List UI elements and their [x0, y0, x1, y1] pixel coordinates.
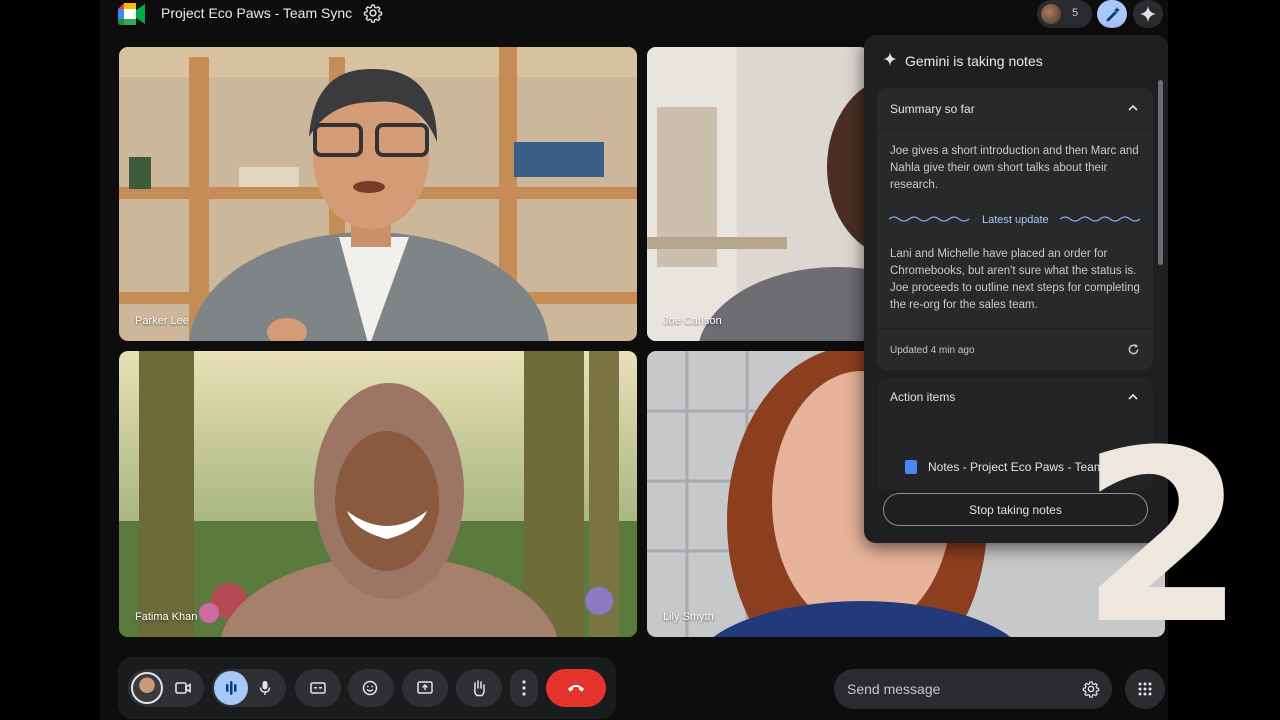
take-notes-button[interactable] [1097, 0, 1127, 28]
captions-button[interactable] [295, 669, 341, 707]
hang-up-icon [568, 685, 584, 692]
updated-time: Updated 4 min ago [890, 345, 975, 356]
chevron-up-icon[interactable] [1127, 102, 1139, 114]
meet-window: Project Eco Paws - Team Sync 5 Parker Le… [0, 0, 1280, 720]
participant-name: Lily Smyth [663, 611, 714, 623]
raise-hand-button[interactable] [456, 669, 502, 707]
camera-button[interactable] [128, 669, 204, 707]
send-message-input[interactable]: Send message [834, 669, 1112, 709]
more-vert-icon [522, 680, 526, 696]
sparkle-icon [883, 52, 897, 66]
participant-name: Joe Carlson [663, 315, 722, 327]
call-controls [118, 657, 616, 719]
participant-video [119, 47, 637, 341]
gear-icon[interactable] [1082, 680, 1100, 698]
latest-update-text: Lani and Michelle have placed an order f… [890, 248, 1140, 311]
participant-count: 5 [1072, 7, 1079, 19]
present-screen-button[interactable] [402, 669, 448, 707]
video-tile-joe-carlson[interactable]: Joe Carlson [647, 47, 869, 341]
panel-scrollbar[interactable] [1158, 80, 1163, 265]
grid-icon [1138, 682, 1152, 696]
pen-sparkle-icon [1106, 7, 1120, 22]
action-items-heading: Action items [890, 390, 956, 404]
microphone-icon [259, 681, 271, 695]
participant-video [647, 47, 869, 341]
overlay-number: 2 [1080, 400, 1246, 677]
summary-text: Joe gives a short introduction and then … [890, 145, 1139, 191]
closed-captions-icon [310, 682, 326, 694]
latest-update-label: Latest update [982, 214, 1049, 226]
video-tile-fatima-khan[interactable]: Fatima Khan [119, 351, 637, 637]
meeting-title: Project Eco Paws - Team Sync [161, 5, 353, 21]
raise-hand-icon [474, 680, 485, 697]
self-avatar [131, 672, 163, 704]
wavy-line-left [889, 216, 970, 222]
google-docs-icon [905, 460, 917, 474]
divider [877, 129, 1153, 130]
wavy-line-right [1060, 216, 1141, 222]
participant-video [119, 351, 637, 637]
participants-button[interactable]: 5 [1037, 0, 1092, 28]
reactions-button[interactable] [348, 669, 394, 707]
participant-avatar [1041, 4, 1061, 24]
more-options-button[interactable] [510, 669, 538, 707]
participant-name: Fatima Khan [135, 611, 198, 623]
google-meet-logo-icon [118, 3, 145, 25]
video-tile-parker-lee[interactable]: Parker Lee [119, 47, 637, 341]
video-camera-icon [175, 682, 191, 694]
audio-level-icon [226, 681, 237, 695]
gemini-button[interactable] [1133, 0, 1163, 28]
participant-name: Parker Lee [135, 315, 189, 327]
panel-title: Gemini is taking notes [905, 53, 1043, 69]
summary-card: Summary so far Joe gives a short introdu… [877, 88, 1153, 370]
refresh-icon[interactable] [1127, 343, 1140, 356]
left-black-bar [0, 0, 100, 720]
emoji-icon [362, 680, 378, 696]
end-call-button[interactable] [546, 669, 606, 707]
divider [877, 328, 1153, 329]
mic-active-indicator [214, 671, 248, 705]
microphone-button[interactable] [212, 669, 286, 707]
message-placeholder: Send message [847, 681, 941, 697]
sparkle-icon [1140, 6, 1156, 22]
summary-heading: Summary so far [890, 102, 975, 116]
gear-icon[interactable] [363, 3, 383, 23]
top-bar: Project Eco Paws - Team Sync 5 [100, 0, 1168, 30]
present-screen-icon [417, 681, 433, 694]
